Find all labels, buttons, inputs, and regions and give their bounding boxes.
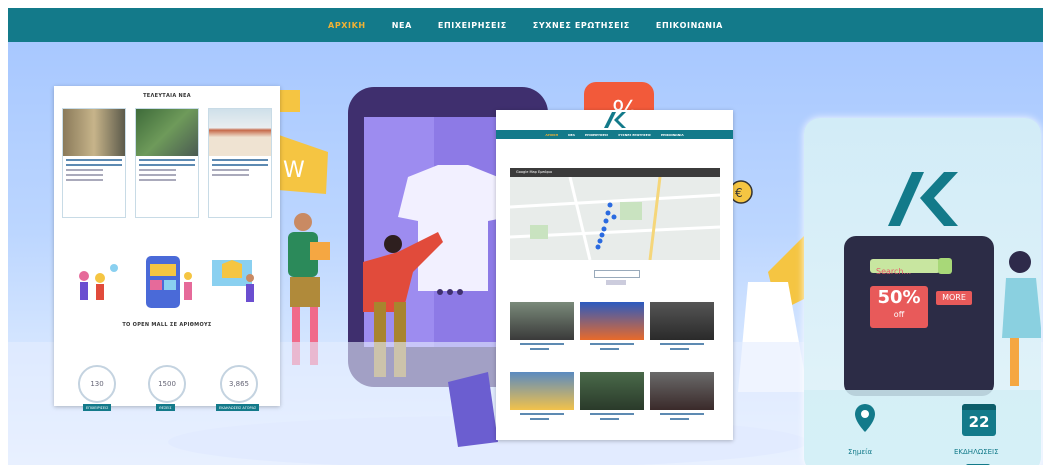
preview-nav: ΑΡΧΙΚΗ ΝΕΑ ΕΠΙΧΕΙΡΗΣΕΙΣ ΣΥΧΝΕΣ ΕΡΩΤΗΣΕΙΣ… (496, 130, 733, 139)
shop-card[interactable] (650, 372, 714, 430)
left-site-preview: ΤΕΛΕΥΤΑΙΑ ΝΕΑ ΤΟ OPEN MALL ΣΕ ΑΡΙΘΜΟΥΣ (54, 86, 280, 406)
nav-faq[interactable]: ΣΥΧΝΕΣ ΕΡΩΤΗΣΕΙΣ (533, 21, 630, 30)
right-phone-preview: Search... 50% off MORE Σημεία 22 ΕΚΔΗΛΩΣ… (804, 118, 1041, 465)
stat-button[interactable]: ΕΚΔΗΛΩΣΕΙΣ ΑΓΟΡΑΣ (216, 404, 260, 411)
more-label: MORE (942, 293, 966, 302)
preview-nav-news: ΝΕΑ (568, 132, 576, 137)
search-placeholder: Search... (876, 267, 912, 276)
nav-contact[interactable]: ΕΠΙΚΟΙΝΩΝΙΑ (656, 21, 723, 30)
more-button[interactable]: MORE (936, 291, 972, 305)
news-title: ΤΕΛΕΥΤΑΙΑ ΝΕΑ (143, 93, 191, 99)
sale-word: off (893, 310, 905, 319)
map-caption: Google Map Εμπόριο (516, 170, 553, 174)
stat-value: 1500 (158, 380, 176, 388)
phone-search-input[interactable]: Search... (870, 259, 940, 276)
events-label: ΕΚΔΗΛΩΣΕΙΣ (954, 448, 999, 456)
sale-badge: 50% off (870, 286, 928, 328)
preview-nav-businesses: ΕΠΙΧΕΙΡΗΣΕΙΣ (585, 132, 609, 137)
center-site-preview: ΑΡΧΙΚΗ ΝΕΑ ΕΠΙΧΕΙΡΗΣΕΙΣ ΣΥΧΝΕΣ ΕΡΩΤΗΣΕΙΣ… (496, 110, 733, 440)
filter-button[interactable] (606, 280, 626, 285)
shop-card[interactable] (650, 302, 714, 360)
stat-value: 130 (90, 380, 104, 388)
brand-logo-icon (888, 172, 958, 226)
news-card[interactable] (62, 108, 126, 218)
stats-section-title: ΤΟ OPEN MALL ΣΕ ΑΡΙΘΜΟΥΣ (122, 322, 212, 328)
svg-text:€: € (735, 186, 743, 200)
svg-text:W: W (283, 158, 305, 183)
news-card[interactable] (208, 108, 272, 218)
calendar-day: 22 (968, 413, 990, 431)
news-card[interactable] (135, 108, 199, 218)
calendar-icon[interactable]: 22 (962, 404, 996, 436)
stat-button[interactable]: ΘΕΣΕΙΣ (156, 404, 175, 411)
hero-collage: % W € ΤΕΛΕΥΤΑΙΑ ΝΕ (8, 42, 1043, 465)
shop-card[interactable] (580, 302, 644, 360)
map-widget[interactable]: Google Map Εμπόριο (510, 168, 720, 260)
shop-card[interactable] (510, 302, 574, 360)
shopping-illustrations (79, 256, 254, 308)
points-label: Σημεία (848, 448, 873, 456)
map-pin-icon[interactable] (848, 402, 882, 436)
shop-card[interactable] (510, 372, 574, 430)
preview-nav-contact: ΕΠΙΚΟΙΝΩΝΙΑ (660, 132, 684, 137)
stat-value: 3,865 (228, 380, 250, 388)
stat-circle: 130 (78, 365, 116, 403)
stat-circle: 3,865 (220, 365, 258, 403)
stat-button[interactable]: ΕΠΙΧΕΙΡΙΣΕΙΣ (83, 404, 112, 411)
feature-band (804, 390, 1041, 465)
shopper-illustration (1002, 251, 1041, 386)
top-nav: ΑΡΧΙΚΗ ΝΕΑ ΕΠΙΧΕΙΡΗΣΕΙΣ ΣΥΧΝΕΣ ΕΡΩΤΗΣΕΙΣ… (8, 8, 1043, 42)
nav-home[interactable]: ΑΡΧΙΚΗ (328, 21, 366, 30)
sale-percent: 50% (877, 287, 921, 308)
preview-nav-home: ΑΡΧΙΚΗ (545, 132, 559, 137)
stat-circle: 1500 (148, 365, 186, 403)
nav-businesses[interactable]: ΕΠΙΧΕΙΡΗΣΕΙΣ (438, 21, 507, 30)
search-icon[interactable] (938, 258, 952, 274)
shop-card[interactable] (580, 372, 644, 430)
nav-news[interactable]: ΝΕΑ (392, 21, 412, 30)
preview-nav-faq: ΣΥΧΝΕΣ ΕΡΩΤΗΣΕΙΣ (618, 132, 651, 137)
site-logo-icon (604, 112, 626, 128)
filter-select[interactable] (594, 270, 640, 278)
